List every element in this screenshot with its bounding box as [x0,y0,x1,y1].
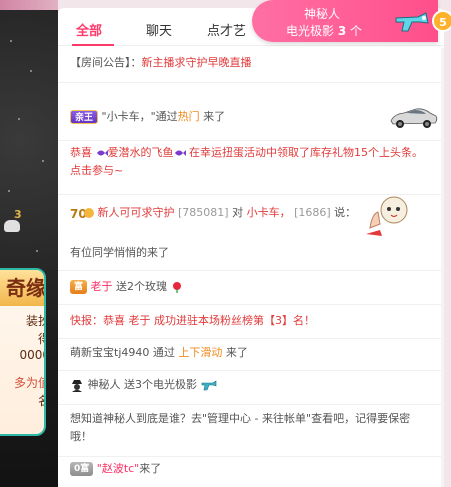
gift-message: 富 老于 送2个玫瑰 [70,278,436,296]
promo-line: 多为值 [13,376,44,390]
entry-user[interactable]: 萌新宝宝tj4940 [70,346,149,359]
tab-talent[interactable]: 点才艺 [207,20,246,39]
promo-line: 得 [2,330,44,347]
chat-text: 有位同学悄悄的来了 [70,246,169,259]
announcement-text: 新主播求守护早晚直播 [141,56,252,69]
lottery-message: 恭喜 爱潜水的飞鱼 在幸运扭蛋活动中领取了库存礼物15个上头条。 点击参与~ [70,144,436,180]
promo-line: 0000 [19,348,44,362]
rich-badge: 富 [70,280,88,294]
left-video-strip: 3 奇缘 装扮 得 0000 多为值 名 [0,0,60,487]
mystery-person-banner[interactable]: 神秘人 电光极影 3 个 [252,0,438,42]
entry-source: 上下滑动 [178,346,223,359]
mystery-unit: 个 [350,24,363,38]
chat-uid: [785081] [178,206,229,219]
fast-report-label: 快报：恭喜 [70,314,125,327]
divider [58,456,444,457]
rose-icon [172,282,181,293]
gift-message: 神秘人 送3个电光极影 [70,376,436,394]
notification-bubble[interactable]: 5 [432,10,451,32]
fish-icon [174,150,186,156]
lottery-link[interactable]: 点击参与~ [70,164,123,177]
divider [58,140,444,141]
fast-report-message: 快报：恭喜 老于 成功进驻本场粉丝榜第【3】名！ [70,312,436,330]
gift-user[interactable]: 神秘人 [88,378,121,391]
active-tab-underline [72,44,114,46]
lottery-text: 在幸运扭蛋活动中领取了库存礼物15个上头条。 [189,146,423,159]
tip-message: 想知道神秘人到底是谁？去"管理中心 - 来往帐单"查看吧，记得要保密哦！ [70,410,424,446]
promo-line: 装扮 [25,314,44,328]
entry-action: 来了 [225,346,248,359]
sparkle [18,118,20,120]
chat-target[interactable]: 小卡车， [247,206,291,219]
fast-report-user[interactable]: 老于 [129,314,151,327]
mystery-title: 神秘人 [304,7,341,21]
mystery-gift-name: 电光极影 [286,24,335,38]
sparkle [8,190,10,192]
promo-card[interactable]: 奇缘 装扮 得 0000 多为值 名 [0,268,46,436]
fish-icon [96,150,108,156]
spy-icon [72,380,82,392]
entry-source: 热门 [177,110,200,123]
entry-message: 亲王 "小卡车，"通过热门 来了 [70,108,436,126]
gift-action: 送2个玫瑰 [116,280,168,293]
divider [58,338,444,339]
entry-action: 来了 [203,110,226,123]
level-badge-icon: 70 [70,207,94,220]
sparkle [42,160,44,162]
left-counter: 3 [14,208,22,221]
divider [58,304,444,305]
divider [58,82,444,83]
chat-scrollbar[interactable] [441,48,444,487]
entry-via: 通过 [155,110,178,123]
entry-message: 0富 "赵波tc"来了 [70,460,436,478]
sparkle [10,40,12,42]
lottery-user[interactable]: 爱潜水的飞鱼 [108,146,174,159]
entry-action: 来了 [139,462,162,475]
chat-to: 对 [232,206,244,219]
promo-line: 名 [2,392,44,409]
rich-badge: 0富 [70,462,94,476]
mystery-subline: 电光极影 3 个 [286,22,362,39]
divider [58,404,444,405]
divider [58,270,444,271]
cloud-icon[interactable] [4,220,20,232]
entry-user[interactable]: "赵波tc" [97,462,139,475]
chat-text-message: 有位同学悄悄的来了 [70,244,436,262]
electric-gun-icon [201,380,216,391]
tip-text: 想知道神秘人到底是谁？去"管理中心 - 来往帐单"查看吧，记得要保密哦！ [70,412,411,443]
mascot-sticker-icon [366,196,408,236]
divider [58,370,444,371]
promo-title: 奇缘 [0,270,44,306]
chat-panel: 全部 聊天 点才艺 【房间公告】：新主播求守护早晚直播 亲王 "小卡车，"通过热… [58,8,444,487]
electric-gun-icon [395,12,429,32]
chat-user[interactable]: 新人可可求守护 [98,206,175,219]
sparkle [30,70,32,72]
announcement-label: 【房间公告】： [70,56,142,69]
tab-all[interactable]: 全部 [76,20,102,39]
entry-via: 通过 [152,346,175,359]
entry-user[interactable]: "小卡车，" [102,110,156,123]
mystery-count: 3 [337,24,347,38]
entry-message: 萌新宝宝tj4940 通过 上下滑动 来了 [70,344,436,362]
chat-target-uid: [1686] [294,206,331,219]
fast-report-text: 成功进驻本场粉丝榜第【3】名！ [154,314,315,327]
top-pink-edge [0,0,60,10]
tab-chat[interactable]: 聊天 [146,20,172,39]
sports-car-icon [390,108,438,128]
lottery-prefix: 恭喜 [70,146,92,159]
noble-badge: 亲王 [70,110,99,124]
gift-action: 送3个电光极影 [124,378,197,391]
gift-user[interactable]: 老于 [91,280,113,293]
chat-says: 说： [334,206,357,219]
announcement-message: 【房间公告】：新主播求守护早晚直播 [70,54,436,72]
sparkle [36,250,38,252]
